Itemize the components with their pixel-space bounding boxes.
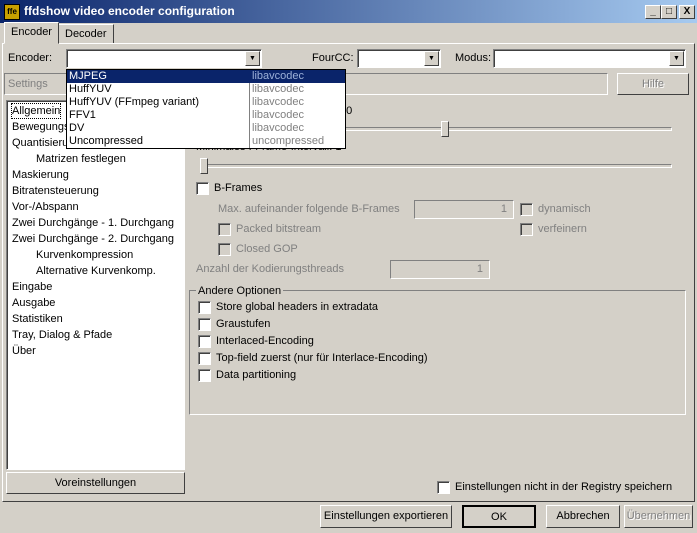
encoder-dropdown-list[interactable]: MJPEG libavcodec HuffYUV libavcodec HuffYU… — [66, 69, 346, 149]
tab-encoder[interactable]: Encoder — [4, 22, 59, 44]
export-settings-button[interactable]: Einstellungen exportieren — [320, 505, 452, 528]
verfeinern-checkbox[interactable] — [520, 223, 533, 236]
dropdown-item-mjpeg[interactable]: MJPEG libavcodec — [67, 70, 345, 83]
interlaced-label: Interlaced-Encoding — [216, 335, 314, 347]
modus-select[interactable]: ▼ — [493, 49, 686, 68]
registry-label: Einstellungen nicht in der Registry spei… — [455, 481, 673, 493]
dropdown-item-ffv1[interactable]: FFV1 libavcodec — [67, 109, 345, 122]
maximize-button[interactable]: □ — [661, 5, 677, 19]
threads-field[interactable]: 1 — [390, 260, 490, 279]
threads-label: Anzahl der Kodierungsthreads — [196, 263, 344, 275]
modus-select-value — [494, 52, 497, 64]
fourcc-select[interactable]: ▼ — [357, 49, 441, 68]
data-partitioning-label: Data partitioning — [216, 369, 297, 381]
dropdown-item-name: Uncompressed — [69, 135, 143, 147]
fourcc-select-value — [358, 52, 361, 64]
bframes-checkbox[interactable] — [196, 182, 209, 195]
tree-item-pass2[interactable]: Zwei Durchgänge - 2. Durchgang — [12, 232, 174, 246]
bframes-label: B-Frames — [214, 182, 263, 194]
tree-item-matrizen[interactable]: Matrizen festlegen — [36, 152, 126, 166]
closed-gop-checkbox[interactable] — [218, 243, 231, 256]
dropdown-item-name: DV — [69, 122, 85, 134]
max-bframes-label: Max. aufeinander folgende B-Frames — [218, 203, 400, 215]
verfeinern-label: verfeinern — [538, 223, 587, 235]
dropdown-item-lib: uncompressed — [252, 135, 325, 147]
tree-item-maskierung[interactable]: Maskierung — [12, 168, 69, 182]
dropdown-item-name: HuffYUV — [69, 83, 112, 95]
modus-label: Modus: — [455, 52, 492, 64]
closed-gop-label: Closed GOP — [236, 243, 298, 255]
tree-item-bewegung[interactable]: Bewegungs — [12, 120, 70, 134]
interlaced-checkbox[interactable] — [198, 335, 211, 348]
tree-item-alt-kurvenkomp[interactable]: Alternative Kurvenkomp. — [36, 264, 156, 278]
dropdown-item-huffyuv[interactable]: HuffYUV libavcodec — [67, 83, 345, 96]
dropdown-item-lib: libavcodec — [252, 109, 304, 121]
fourcc-label: FourCC: — [312, 52, 354, 64]
tree-item-eingabe[interactable]: Eingabe — [12, 280, 52, 294]
max-bframes-field[interactable]: 1 — [414, 200, 514, 219]
settings-tree[interactable]: Allgemein Bewegungs Quantisieru Matrizen… — [6, 100, 185, 470]
cancel-button[interactable]: Abbrechen — [546, 505, 620, 528]
slider2-track[interactable] — [200, 164, 672, 168]
dynamisch-checkbox[interactable] — [520, 203, 533, 216]
graustufen-checkbox[interactable] — [198, 318, 211, 331]
graustufen-label: Graustufen — [216, 318, 271, 330]
tree-item-tray[interactable]: Tray, Dialog & Pfade — [12, 328, 112, 342]
close-button[interactable]: X — [679, 5, 695, 19]
dropdown-item-uncompressed[interactable]: Uncompressed uncompressed — [67, 135, 345, 148]
presets-button[interactable]: Voreinstellungen — [6, 472, 185, 494]
top-field-checkbox[interactable] — [198, 352, 211, 365]
tree-item-bitratensteuerung[interactable]: Bitratensteuerung — [12, 184, 99, 198]
encoder-select[interactable]: ▼ — [66, 49, 262, 68]
ok-button[interactable]: OK — [462, 505, 536, 528]
minimize-button[interactable]: _ — [645, 5, 661, 19]
dropdown-item-lib: libavcodec — [252, 70, 304, 82]
encoder-select-value — [67, 52, 70, 64]
dropdown-item-dv[interactable]: DV libavcodec — [67, 122, 345, 135]
tree-item-kurvenkompression[interactable]: Kurvenkompression — [36, 248, 133, 262]
dropdown-item-lib: libavcodec — [252, 122, 304, 134]
slider1-thumb[interactable] — [441, 121, 450, 137]
global-headers-label: Store global headers in extradata — [216, 301, 379, 313]
global-headers-checkbox[interactable] — [198, 301, 211, 314]
chevron-down-icon[interactable]: ▼ — [424, 51, 439, 66]
window-title: ffdshow video encoder configuration — [24, 4, 235, 18]
dynamisch-label: dynamisch — [538, 203, 591, 215]
dropdown-item-name: HuffYUV (FFmpeg variant) — [69, 96, 200, 108]
registry-checkbox[interactable] — [437, 481, 450, 494]
tree-item-allgemein[interactable]: Allgemein — [10, 103, 62, 119]
dropdown-item-name: FFV1 — [69, 109, 96, 121]
dropdown-item-name: MJPEG — [69, 70, 107, 82]
apply-button[interactable]: Übernehmen — [624, 505, 693, 528]
tree-item-ausgabe[interactable]: Ausgabe — [12, 296, 55, 310]
tree-item-ueber[interactable]: Über — [12, 344, 36, 358]
tree-item-vor-abspann[interactable]: Vor-/Abspann — [12, 200, 79, 214]
top-field-label: Top-field zuerst (nur für Interlace-Enco… — [216, 352, 428, 364]
data-partitioning-checkbox[interactable] — [198, 369, 211, 382]
other-options-title: Andere Optionen — [196, 285, 284, 297]
packed-bitstream-checkbox[interactable] — [218, 223, 231, 236]
tree-item-quantisierung[interactable]: Quantisieru — [12, 136, 68, 150]
dropdown-item-huffyuv-ffmpeg[interactable]: HuffYUV (FFmpeg variant) libavcodec — [67, 96, 345, 109]
tab-decoder[interactable]: Decoder — [58, 24, 114, 44]
help-button[interactable]: Hilfe — [617, 73, 689, 95]
dropdown-item-lib: libavcodec — [252, 96, 304, 108]
settings-label: Settings — [8, 78, 48, 90]
app-icon: ffe — [4, 4, 20, 20]
chevron-down-icon[interactable]: ▼ — [669, 51, 684, 66]
tree-item-statistiken[interactable]: Statistiken — [12, 312, 63, 326]
title-bar[interactable]: ffe ffdshow video encoder configuration … — [0, 0, 697, 23]
slider2-thumb[interactable] — [200, 158, 208, 174]
chevron-down-icon[interactable]: ▼ — [245, 51, 260, 66]
tree-item-pass1[interactable]: Zwei Durchgänge - 1. Durchgang — [12, 216, 174, 230]
dropdown-item-lib: libavcodec — [252, 83, 304, 95]
encoder-label: Encoder: — [8, 52, 53, 64]
packed-bitstream-label: Packed bitstream — [236, 223, 321, 235]
